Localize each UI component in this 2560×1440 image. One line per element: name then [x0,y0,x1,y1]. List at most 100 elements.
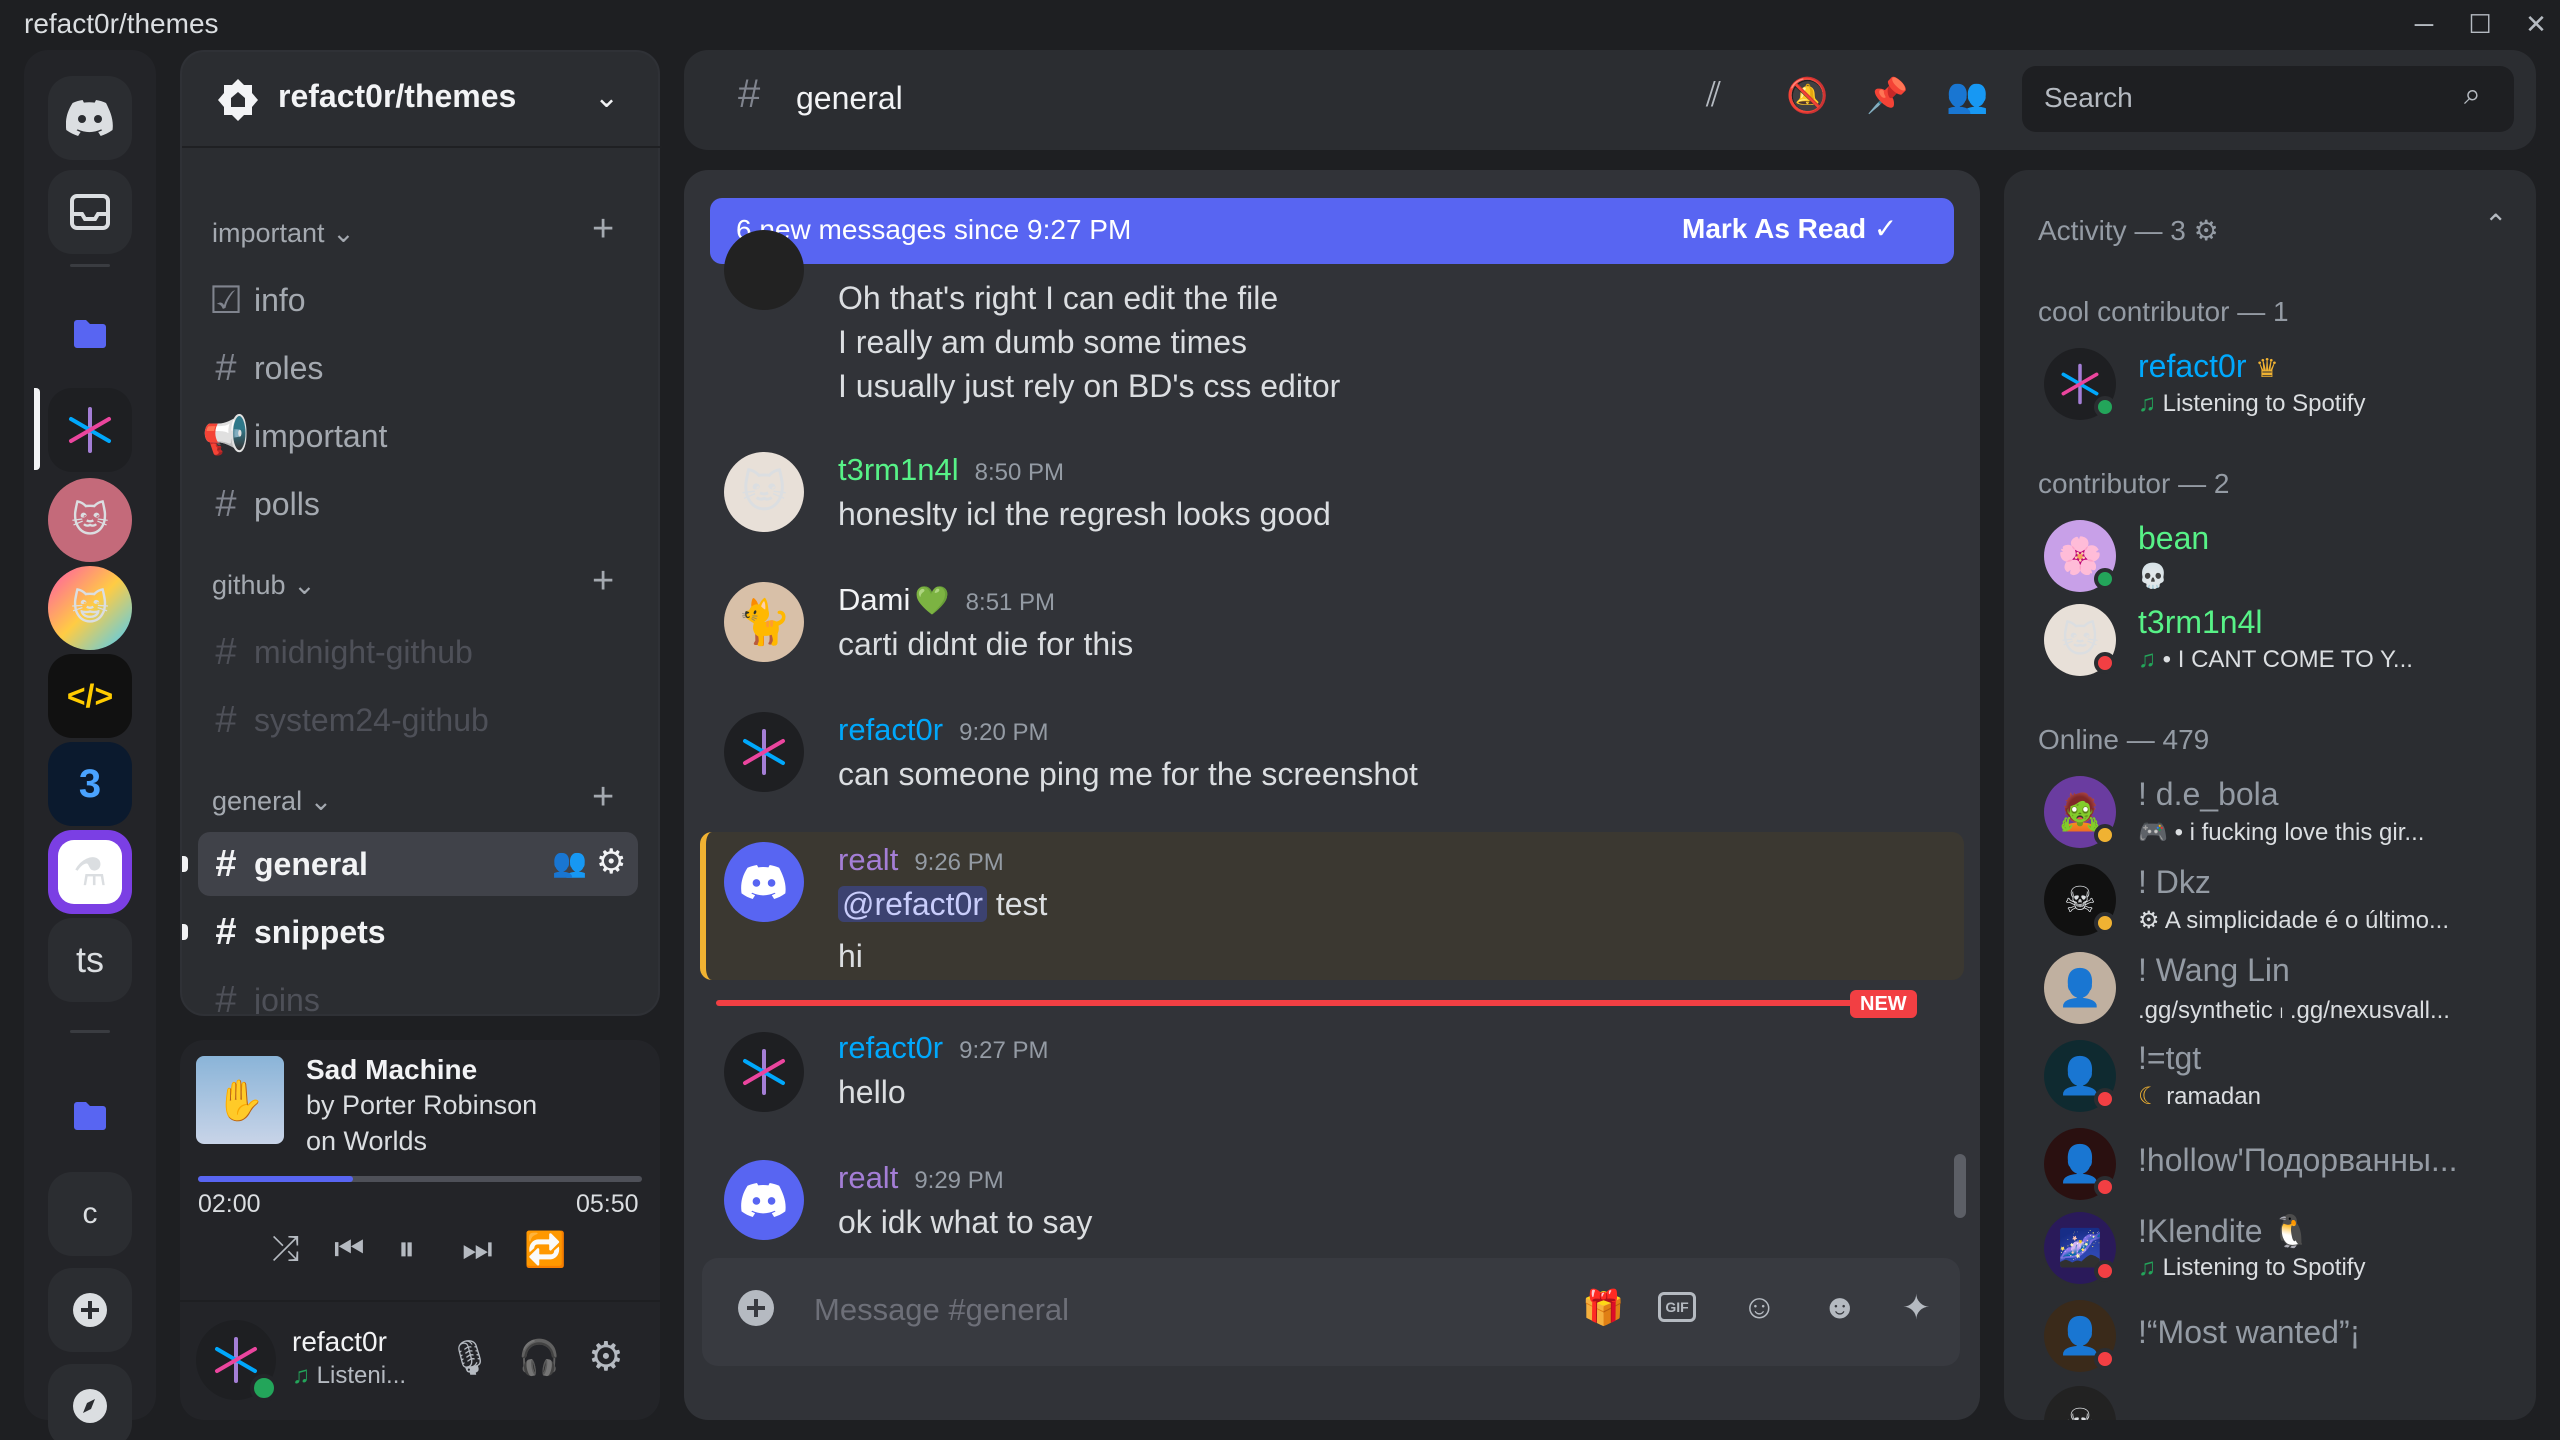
member-item[interactable]: ☠ ! Dkz ⚙ A simplicidade é o último... [2044,862,2524,946]
add-server-icon[interactable] [48,1268,132,1352]
track-album[interactable]: on Worlds [306,1126,427,1157]
new-messages-banner[interactable]: 6 new messages since 9:27 PM Mark As Rea… [710,198,1954,264]
member-item[interactable]: 👤 !“Most wanted”¡ [2044,1298,2524,1382]
next-icon[interactable]: ⏭ [462,1230,493,1269]
gear-icon[interactable]: ⚙ [596,842,626,882]
category-important[interactable]: important ⌄ [212,218,355,249]
avatar[interactable] [724,1160,804,1240]
author-name[interactable]: t3rm1n4l [838,452,959,487]
channel-info[interactable]: ☑ info [198,268,638,332]
gift-icon[interactable]: 🎁 [1582,1288,1624,1328]
channel-snippets[interactable]: # snippets [198,900,638,964]
author-name[interactable]: realt [838,1160,898,1195]
add-channel-icon[interactable]: + [592,560,614,603]
member-item[interactable]: 👤 ! Wang Lin .gg/synthetic ၊ .gg/nexusva… [2044,950,2524,1034]
shuffle-icon[interactable]: ⤮ [272,1230,299,1269]
apps-icon[interactable]: ✦ [1902,1288,1931,1328]
member-item[interactable]: 👤 !hollow'Подорванны... [2044,1126,2524,1210]
channel-system24-github[interactable]: # system24-github [198,688,638,752]
lab-server-icon[interactable]: ⚗ [48,830,132,914]
close-icon[interactable]: ✕ [2516,4,2556,44]
avatar[interactable]: 🐈 [724,582,804,662]
server-header[interactable]: refact0r/themes ⌄ [182,52,662,148]
folder-icon[interactable] [48,1074,132,1158]
add-attachment-icon[interactable] [736,1288,776,1333]
member-activity: ♫ Listening to Spotify [2138,390,2366,417]
avatar[interactable] [724,1032,804,1112]
avatar[interactable]: 🐱 [724,452,804,532]
member-item[interactable]: 🌸 bean 💀 [2044,518,2524,602]
avatar[interactable] [724,842,804,922]
discord-home-icon[interactable] [48,76,132,160]
channel-roles[interactable]: # roles [198,336,638,400]
mark-as-read-button[interactable]: Mark As Read ✓ [1682,212,1897,245]
search-input[interactable]: Search ⌕ [2022,66,2514,132]
emoji-icon[interactable]: ☻ [1822,1288,1858,1327]
new-divider [716,1000,1856,1006]
channel-important[interactable]: 📢 important [198,404,638,468]
avatar[interactable] [724,712,804,792]
channel-joins[interactable]: # joins [198,968,638,1015]
user-mention[interactable]: @refact0r [838,886,987,922]
ts-server-icon[interactable]: ts [48,918,132,1002]
settings-gear-icon[interactable]: ⚙ [588,1334,624,1380]
member-activity: 💀 [2138,562,2168,591]
code-server-icon[interactable]: </> [48,654,132,738]
microphone-icon[interactable]: 🎙 [448,1338,491,1378]
scrollbar[interactable] [1954,1154,1966,1218]
author-name[interactable]: Dami [838,582,910,617]
custom-status-icon: ⚙ [2138,907,2160,934]
member-item[interactable]: 🌌 !Klendite 🐧 ♫ Listening to Spotify [2044,1210,2524,1294]
member-item[interactable]: refact0r ♛ ♫ Listening to Spotify [2044,346,2524,430]
anime-server-icon[interactable]: 🐱 [48,478,132,562]
member-item[interactable]: 👤 !=tgt ☾ ramadan [2044,1038,2524,1122]
duration-time: 05:50 [576,1190,639,1218]
channel-general[interactable]: # general 👥 ⚙ [198,832,638,896]
avatar[interactable] [724,230,804,310]
progress-bar[interactable] [198,1176,642,1182]
member-item[interactable]: ☠ [2044,1384,2524,1420]
chevron-up-icon[interactable]: ⌃ [2484,208,2507,241]
author-name[interactable]: realt [838,842,898,877]
previous-icon[interactable]: ⏮ [334,1230,365,1269]
c-server-icon[interactable]: c [48,1172,132,1256]
repeat-icon[interactable]: 🔁 [524,1230,566,1270]
inbox-icon[interactable] [48,170,132,254]
album-art[interactable]: ✋ [196,1056,284,1144]
folder-icon[interactable] [48,292,132,376]
invite-icon[interactable]: 👥 [552,846,587,879]
threads-icon[interactable]: ⫽ [1706,76,1721,115]
cat-server-icon[interactable]: 😺 [48,566,132,650]
elapsed-time: 02:00 [198,1190,261,1218]
author-name[interactable]: refact0r [838,712,943,747]
add-channel-icon[interactable]: + [592,208,614,251]
maximize-icon[interactable]: ☐ [2460,4,2500,44]
message-composer[interactable]: Message #general 🎁 GIF ☺ ☻ ✦ [702,1258,1960,1366]
dnd-status [2094,1088,2116,1110]
sticker-icon[interactable]: ☺ [1742,1288,1777,1327]
headphones-icon[interactable]: 🎧 [518,1338,560,1378]
author-name[interactable]: refact0r [838,1030,943,1065]
channel-title: general [796,80,903,116]
member-item[interactable]: 🐱 t3rm1n4l ♫ • I CANT COME TO Y... [2044,602,2524,686]
pin-icon[interactable]: 📌 [1866,76,1908,116]
chevron-down-icon[interactable]: ⌄ [594,80,619,115]
track-title[interactable]: Sad Machine [306,1054,477,1086]
pause-icon[interactable]: ⏸ [398,1230,415,1269]
timestamp: 8:50 PM [974,459,1064,486]
member-list-icon[interactable]: 👥 [1946,76,1988,116]
category-general[interactable]: general ⌄ [212,786,332,817]
3-server-icon[interactable]: 3 [48,742,132,826]
channel-midnight-github[interactable]: # midnight-github [198,620,638,684]
minimize-icon[interactable]: ─ [2404,4,2444,44]
activity-header: Activity — 3 ⚙ [2038,215,2219,246]
track-artist[interactable]: by Porter Robinson [306,1090,537,1121]
gif-icon[interactable]: GIF [1658,1292,1696,1322]
refact0r-server-icon[interactable] [48,388,132,472]
discover-icon[interactable] [48,1364,132,1440]
member-item[interactable]: 🧟 ! d.e_bola 🎮 • i fucking love this gir… [2044,774,2524,858]
channel-polls[interactable]: # polls [198,472,638,536]
add-channel-icon[interactable]: + [592,776,614,819]
category-github[interactable]: github ⌄ [212,570,316,601]
notification-bell-icon[interactable]: 🔕 [1786,76,1828,116]
